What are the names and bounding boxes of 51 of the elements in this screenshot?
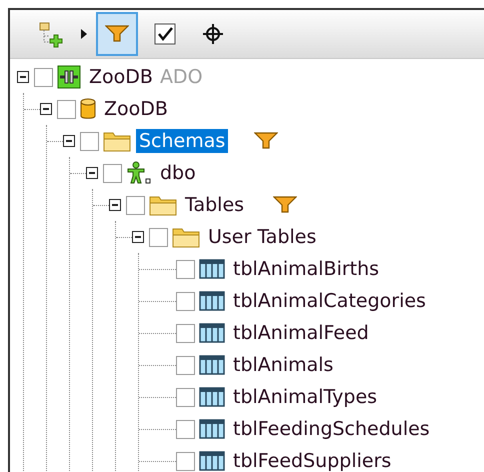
add-folder-icon xyxy=(37,20,65,48)
tree-item-label[interactable]: tblFeedingSchedules xyxy=(230,417,433,441)
collapse-toggle[interactable] xyxy=(132,231,144,243)
tree-item-label[interactable]: tblAnimalTypes xyxy=(230,385,380,409)
tree-item-label[interactable]: tblAnimalBirths xyxy=(230,257,382,281)
caret-icon xyxy=(81,29,87,39)
checkbox[interactable] xyxy=(176,260,195,278)
table-icon xyxy=(199,450,225,472)
collapse-toggle[interactable] xyxy=(40,103,52,115)
checkbox[interactable] xyxy=(34,68,53,86)
table-icon xyxy=(199,258,225,280)
tree-item-label[interactable]: dbo xyxy=(157,161,199,185)
person-icon xyxy=(126,161,152,185)
tree-item-label[interactable]: tblFeedSuppliers xyxy=(230,449,394,472)
tree-item-label[interactable]: ZooDB xyxy=(86,65,156,89)
tree-item-label[interactable]: User Tables xyxy=(205,225,320,249)
table-icon xyxy=(199,290,225,312)
checkbox[interactable] xyxy=(176,388,195,406)
checkbox[interactable] xyxy=(103,164,122,182)
checkbox[interactable] xyxy=(149,228,168,246)
connection-icon xyxy=(57,65,81,89)
database-icon xyxy=(80,98,96,120)
checkbox-icon xyxy=(154,23,176,45)
tree-item-label[interactable]: tblAnimalCategories xyxy=(230,289,429,313)
crosshair-icon xyxy=(202,23,224,45)
checkbox[interactable] xyxy=(176,292,195,310)
table-icon xyxy=(199,386,225,408)
folder-icon xyxy=(172,226,200,248)
checkbox[interactable] xyxy=(176,420,195,438)
table-icon xyxy=(199,418,225,440)
checkbox[interactable] xyxy=(57,100,76,118)
checkbox[interactable] xyxy=(126,196,145,214)
collapse-toggle[interactable] xyxy=(109,199,121,211)
connection-type-label: ADO xyxy=(160,66,203,88)
table-icon xyxy=(199,322,225,344)
collapse-toggle[interactable] xyxy=(63,135,75,147)
tree-item-label[interactable]: tblAnimals xyxy=(230,353,336,377)
folder-icon xyxy=(149,194,177,216)
tree-item-label[interactable]: ZooDB xyxy=(101,97,171,121)
collapse-toggle[interactable] xyxy=(86,167,98,179)
collapse-toggle[interactable] xyxy=(17,71,29,83)
filter-icon xyxy=(105,24,129,44)
checkbox[interactable] xyxy=(176,356,195,374)
checkbox[interactable] xyxy=(176,324,195,342)
checkbox[interactable] xyxy=(80,132,99,150)
folder-icon xyxy=(103,130,131,152)
tree-item-label[interactable]: tblAnimalFeed xyxy=(230,321,372,345)
tree-item-label[interactable]: Tables xyxy=(182,193,248,217)
checkbox[interactable] xyxy=(176,452,195,470)
tree-item-label[interactable]: Schemas xyxy=(136,129,228,153)
table-icon xyxy=(199,354,225,376)
